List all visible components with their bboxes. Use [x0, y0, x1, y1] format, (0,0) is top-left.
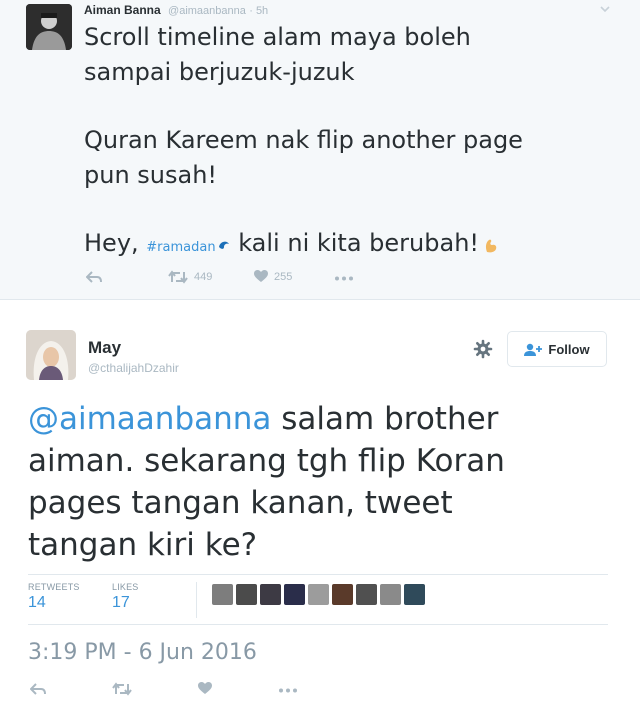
tweet-line: Quran Kareem nak flip another page — [84, 126, 523, 154]
liker-avatar[interactable] — [356, 584, 377, 605]
more-icon[interactable] — [278, 688, 298, 693]
retweets-count: 14 — [28, 594, 46, 611]
tweet-line: pages tangan kanan, tweet — [28, 485, 453, 521]
quoted-tweet-text: Scroll timeline alam maya boleh sampai b… — [84, 20, 624, 265]
author-name[interactable]: Aiman Banna — [84, 3, 161, 17]
avatar[interactable] — [26, 4, 72, 50]
liker-avatar[interactable] — [404, 584, 425, 605]
tweet-line: pun susah! — [84, 161, 218, 189]
quoted-tweet[interactable]: Aiman Banna @aimaanbanna · 5h Scroll tim… — [0, 0, 640, 300]
author-handle[interactable]: @aimaanbanna — [168, 5, 246, 17]
author-name[interactable]: May — [88, 338, 121, 358]
retweet-button[interactable] — [112, 682, 132, 696]
liker-avatar[interactable] — [260, 584, 281, 605]
quoted-tweet-header: Aiman Banna @aimaanbanna · 5h — [84, 3, 268, 17]
liker-avatar[interactable] — [332, 584, 353, 605]
retweets-label: RETWEETS — [28, 582, 80, 592]
retweet-icon — [168, 270, 188, 284]
heart-icon — [254, 270, 268, 282]
avatar[interactable] — [26, 330, 76, 380]
reply-icon — [30, 683, 46, 695]
retweet-count: 449 — [194, 271, 213, 283]
caret-down-icon[interactable] — [598, 2, 612, 16]
tweet-text: @aimaanbanna salam brother aiman. sekara… — [28, 398, 628, 566]
like-button[interactable] — [198, 682, 212, 695]
like-button[interactable]: 255 — [254, 270, 292, 283]
tweet-line: Hey, #ramadan kali ni kita berubah! — [84, 226, 624, 265]
tweet-time[interactable]: · 5h — [249, 5, 268, 17]
reply-button[interactable] — [30, 682, 46, 696]
quoted-tweet-actions: 449 255 — [86, 270, 386, 290]
add-user-icon — [524, 343, 543, 356]
reply-button[interactable] — [86, 270, 102, 284]
likes-label: LIKES — [112, 582, 139, 592]
tweet-line: @aimaanbanna salam brother — [28, 401, 499, 437]
liker-avatar[interactable] — [236, 584, 257, 605]
gear-icon[interactable] — [473, 339, 493, 359]
more-icon[interactable] — [334, 276, 354, 281]
tweet-line: sampai berjuzuk-juzuk — [84, 58, 355, 86]
reply-icon — [86, 271, 102, 283]
flexed-biceps-emoji — [483, 229, 499, 253]
follow-button[interactable]: Follow — [507, 331, 607, 367]
tweet-line: tangan kiri ke? — [28, 527, 258, 563]
wave-icon — [217, 227, 231, 249]
tweet-line: Scroll timeline alam maya boleh — [84, 23, 471, 51]
liker-avatar[interactable] — [284, 584, 305, 605]
divider — [28, 624, 608, 625]
divider — [28, 574, 608, 575]
tweet-timestamp[interactable]: 3:19 PM - 6 Jun 2016 — [28, 640, 257, 665]
mention-link[interactable]: @aimaanbanna — [28, 401, 271, 437]
liker-avatar[interactable] — [380, 584, 401, 605]
hashtag-link[interactable]: #ramadan — [146, 240, 215, 255]
tweet-actions — [30, 682, 330, 702]
like-count: 255 — [274, 270, 293, 283]
tweet-line: aiman. sekarang tgh flip Koran — [28, 443, 505, 479]
liker-avatar[interactable] — [212, 584, 233, 605]
retweets-stat[interactable]: RETWEETS 14 — [28, 582, 80, 612]
liker-avatar[interactable] — [308, 584, 329, 605]
author-handle[interactable]: @cthalijahDzahir — [88, 361, 179, 375]
retweet-button[interactable]: 449 — [168, 270, 212, 284]
likes-count: 17 — [112, 594, 130, 611]
follow-label: Follow — [548, 341, 590, 357]
liker-avatars — [212, 584, 425, 605]
divider — [196, 582, 197, 618]
likes-stat[interactable]: LIKES 17 — [112, 582, 139, 612]
retweet-icon — [112, 682, 132, 696]
heart-icon — [198, 682, 212, 694]
